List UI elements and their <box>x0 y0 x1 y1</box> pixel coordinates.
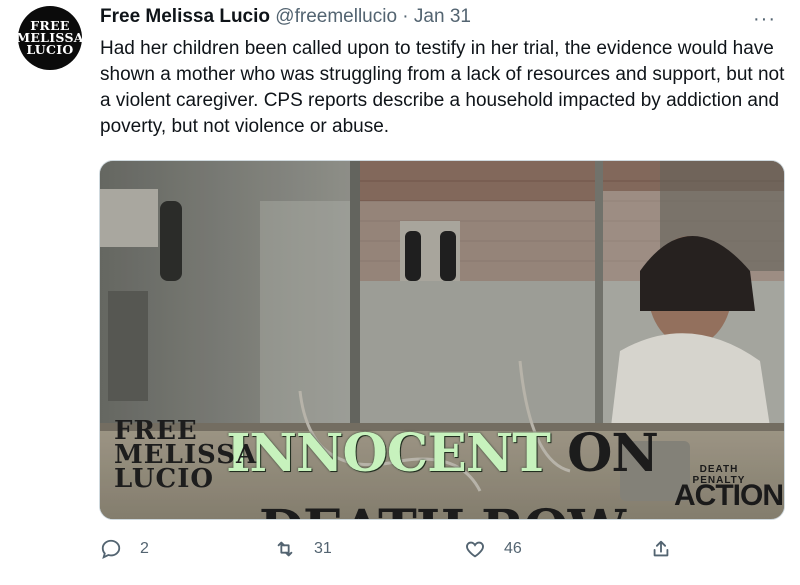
author-name[interactable]: Free Melissa Lucio <box>100 6 270 27</box>
reply-icon <box>101 539 121 559</box>
retweet-icon <box>277 541 293 557</box>
tweet-text: Had her children been called upon to tes… <box>100 38 785 137</box>
author-handle[interactable]: @freemellucio <box>275 6 397 27</box>
headline-on: ON <box>567 423 659 484</box>
death-penalty-action-logo: ACTION <box>674 479 784 512</box>
avatar[interactable]: FREE MELISSA LUCIO <box>16 6 83 70</box>
share-button[interactable] <box>650 538 672 560</box>
more-options-icon[interactable]: ··· <box>753 8 776 31</box>
like-button[interactable]: 46 <box>464 538 522 560</box>
logo-line-3: LUCIO <box>114 464 215 494</box>
reply-count: 2 <box>140 540 149 557</box>
tweet-actions: 2 31 46 <box>100 538 790 568</box>
retweet-button[interactable]: 31 <box>274 538 332 560</box>
like-count: 46 <box>504 540 522 557</box>
tweet-header: Free Melissa Lucio @freemellucio · Jan 3… <box>100 6 790 31</box>
heart-icon <box>466 541 484 558</box>
tweet-date[interactable]: Jan 31 <box>414 6 471 27</box>
reply-button[interactable]: 2 <box>100 538 149 560</box>
free-melissa-lucio-logo: FREE MELISSA LUCIO <box>114 418 257 494</box>
tweet-media[interactable]: INNOCENT ON DEATH ROW FREE MELISSA LUCIO… <box>99 160 785 520</box>
avatar-line-3: LUCIO <box>26 41 74 57</box>
separator-dot: · <box>402 6 409 27</box>
headline-innocent: INNOCENT <box>226 423 551 484</box>
retweet-count: 31 <box>314 540 332 557</box>
share-icon <box>653 540 669 557</box>
